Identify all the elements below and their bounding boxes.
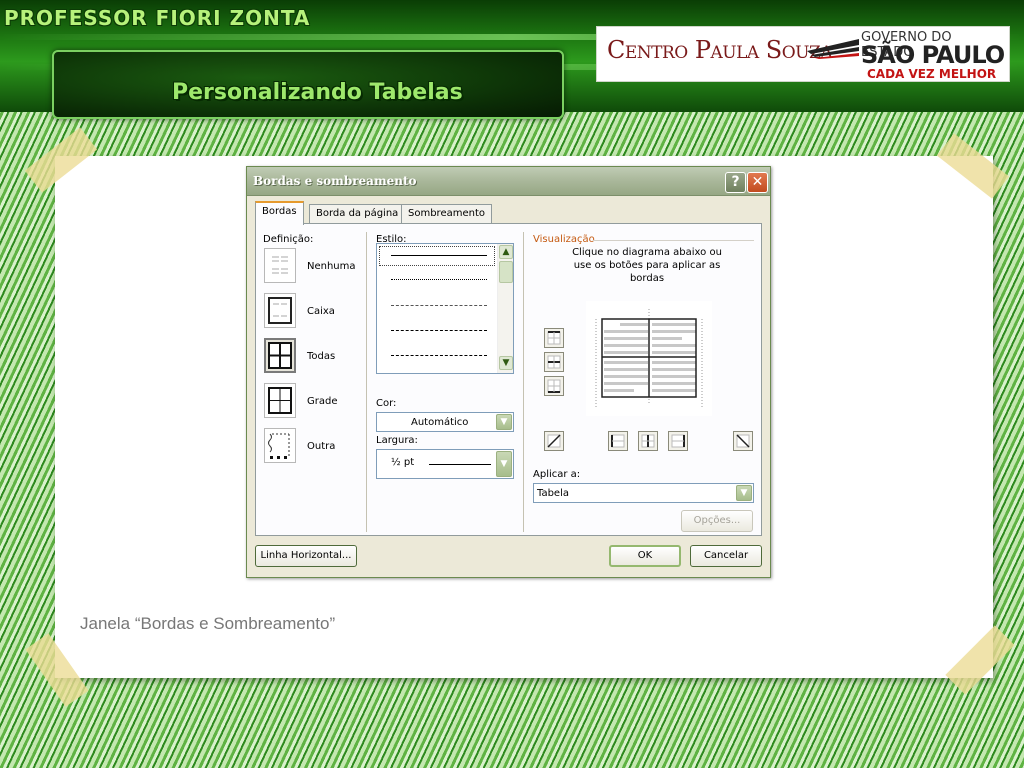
scroll-up-icon[interactable]: ▲ [499, 245, 513, 259]
inside-vertical-border-icon [641, 434, 655, 448]
top-border-icon [547, 331, 561, 345]
right-border-icon [671, 434, 685, 448]
setting-grade-icon[interactable] [264, 383, 296, 418]
horizontal-line-button[interactable]: Linha Horizontal... [255, 545, 357, 567]
setting-todas-label[interactable]: Todas [307, 351, 335, 362]
border-preview[interactable] [586, 301, 712, 416]
diagonal-down-border-button[interactable] [733, 431, 753, 451]
close-button[interactable]: ✕ [747, 172, 768, 193]
logos-box: Centro Paula Souza GOVERNO DO ESTADO SÃO… [596, 26, 1010, 82]
color-select[interactable]: Automático ▼ [376, 412, 514, 432]
inside-vertical-border-button[interactable] [638, 431, 658, 451]
divider [366, 232, 367, 532]
preview-hint: Clique no diagrama abaixo ou use os botõ… [572, 247, 722, 284]
logo-sp-text: SÃO PAULO [861, 41, 1005, 69]
help-button[interactable]: ? [725, 172, 746, 193]
tab-borda-da-pagina[interactable]: Borda da página [309, 204, 406, 224]
inside-horizontal-border-icon [547, 355, 561, 369]
aplicar-label: Aplicar a: [533, 469, 581, 480]
slide-title: Personalizando Tabelas [172, 80, 463, 105]
style-option-selected-box [379, 246, 495, 266]
setting-caixa-icon[interactable] [264, 293, 296, 328]
style-option-dotted[interactable] [391, 279, 487, 280]
tab-label: Bordas [262, 206, 297, 217]
setting-caixa-label[interactable]: Caixa [307, 306, 335, 317]
slide-caption: Janela “Bordas e Sombreamento” [80, 614, 336, 633]
setting-outra-icon[interactable] [264, 428, 296, 463]
centro-paula-souza-logo: Centro Paula Souza [607, 36, 833, 64]
borders-shading-dialog: Bordas e sombreamento ? ✕ Bordas Borda d… [246, 166, 771, 578]
bottom-border-button[interactable] [544, 376, 564, 396]
group-line [593, 240, 754, 241]
scroll-down-icon[interactable]: ▼ [499, 356, 513, 370]
width-select[interactable]: ½ pt ▼ [376, 449, 514, 479]
color-select-value: Automático [411, 417, 469, 428]
custom-border-icon [268, 433, 290, 459]
chevron-down-icon[interactable]: ▼ [496, 414, 512, 430]
right-border-button[interactable] [668, 431, 688, 451]
dialog-title: Bordas e sombreamento [253, 174, 417, 188]
diagonal-up-icon [547, 434, 561, 448]
chevron-down-icon[interactable]: ▼ [496, 451, 512, 477]
box-border-icon [268, 297, 292, 324]
largura-label: Largura: [376, 435, 418, 446]
all-borders-icon [268, 342, 292, 369]
tab-bordas[interactable]: Bordas [255, 201, 304, 225]
options-button[interactable]: Opções... [681, 510, 753, 532]
grid-border-icon [268, 387, 292, 414]
tab-label: Sombreamento [408, 208, 485, 219]
bottom-border-icon [547, 379, 561, 393]
sao-paulo-logo: GOVERNO DO ESTADO SÃO PAULO CADA VEZ MEL… [807, 29, 1005, 81]
setting-nenhuma-icon[interactable] [264, 248, 296, 283]
chevron-down-icon[interactable]: ▼ [736, 485, 752, 501]
style-option-dashed-small[interactable] [391, 305, 487, 306]
style-option-solid[interactable] [391, 255, 487, 256]
diagonal-up-border-button[interactable] [544, 431, 564, 451]
setting-outra-label[interactable]: Outra [307, 441, 335, 452]
visualizacao-label: Visualização [533, 234, 595, 245]
apply-to-value: Tabela [537, 488, 569, 499]
ok-button[interactable]: OK [609, 545, 681, 567]
inside-horizontal-border-button[interactable] [544, 352, 564, 372]
cancel-button[interactable]: Cancelar [690, 545, 762, 567]
left-border-button[interactable] [608, 431, 628, 451]
slide-header: PROFESSOR FIORI ZONTA Personalizando Tab… [0, 0, 1024, 119]
left-border-icon [611, 434, 625, 448]
diagonal-down-icon [736, 434, 750, 448]
preview-table-diagram [595, 309, 703, 409]
no-border-icon [272, 256, 288, 274]
scroll-thumb[interactable] [499, 261, 513, 283]
width-sample-line [429, 464, 491, 465]
dialog-titlebar[interactable]: Bordas e sombreamento ? ✕ [247, 167, 770, 196]
setting-nenhuma-label[interactable]: Nenhuma [307, 261, 356, 272]
style-scrollbar[interactable]: ▲ ▼ [497, 244, 513, 373]
setting-grade-label[interactable]: Grade [307, 396, 338, 407]
style-listbox[interactable]: ▲ ▼ [376, 243, 514, 374]
style-option-dash-dot[interactable] [391, 355, 487, 356]
setting-todas-icon[interactable] [264, 338, 296, 373]
width-select-value: ½ pt [391, 457, 415, 468]
apply-to-select[interactable]: Tabela ▼ [533, 483, 754, 503]
title-box: Personalizando Tabelas [52, 50, 564, 119]
style-option-dashed[interactable] [391, 330, 487, 331]
definicao-label: Definição: [263, 234, 314, 245]
logo-slogan-text: CADA VEZ MELHOR [867, 67, 997, 81]
tab-label: Borda da página [316, 208, 399, 219]
top-border-button[interactable] [544, 328, 564, 348]
tab-sombreamento[interactable]: Sombreamento [401, 204, 492, 224]
divider [523, 232, 524, 532]
tab-panel-bordas: Definição: Nenhuma Caixa Todas Grade Out… [255, 223, 762, 536]
sp-flag-icon [807, 39, 859, 59]
brand-text: PROFESSOR FIORI ZONTA [4, 6, 311, 30]
cor-label: Cor: [376, 398, 397, 409]
